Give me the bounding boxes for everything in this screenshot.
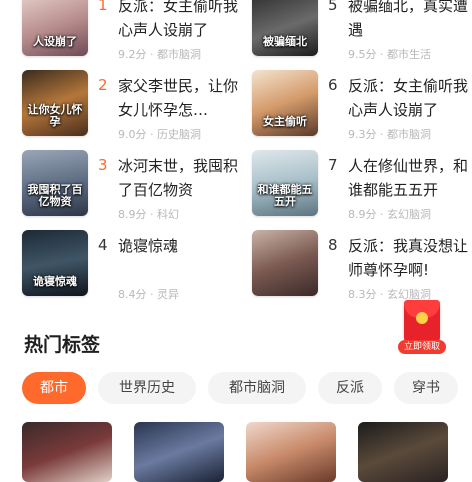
book-meta: 9.3分 · 都市脑洞 xyxy=(348,128,431,141)
book-cover[interactable] xyxy=(246,422,336,482)
book-title[interactable]: 冰河末世，我囤积了百亿物资 xyxy=(118,154,250,202)
red-packet-label: 立即领取 xyxy=(398,340,446,354)
rank-number: 6 xyxy=(328,76,338,94)
coin-icon xyxy=(416,312,428,324)
book-cover[interactable] xyxy=(358,422,448,482)
cover-title: 诡寝惊魂 xyxy=(33,275,77,288)
book-title[interactable]: 反派：我真没想让师尊怀孕啊! xyxy=(348,234,472,282)
book-meta: 8.4分 · 灵异 xyxy=(118,288,179,301)
book-title[interactable]: 被骗缅北，真实遭遇 xyxy=(348,0,472,42)
book-title[interactable]: 反派：女主偷听我心声人设崩了 xyxy=(348,74,472,122)
tag-chip[interactable]: 世界历史 xyxy=(98,372,196,404)
book-item[interactable]: 8 反派：我真没想让师尊怀孕啊! 8.3分 · 玄幻脑洞 xyxy=(252,230,472,302)
book-item[interactable]: 我囤积了百亿物资 3 冰河末世，我囤积了百亿物资 8.9分 · 科幻 xyxy=(22,150,252,222)
book-item[interactable]: 和谁都能五五开 7 人在修仙世界，和谁都能五五开 8.9分 · 玄幻脑洞 xyxy=(252,150,472,222)
rank-number: 2 xyxy=(98,76,108,94)
red-packet-button[interactable]: 立即领取 xyxy=(398,300,446,354)
rank-number: 7 xyxy=(328,156,338,174)
book-title[interactable]: 反派：女主偷听我心声人设崩了 xyxy=(118,0,250,42)
rank-number: 1 xyxy=(98,0,108,14)
tag-chip[interactable]: 反派 xyxy=(318,372,382,404)
book-cover[interactable]: 我囤积了百亿物资 xyxy=(22,150,88,216)
cover-title: 女主偷听 xyxy=(263,115,307,128)
tag-bar: 都市 世界历史 都市脑洞 反派 穿书 xyxy=(22,372,472,406)
book-meta: 8.9分 · 玄幻脑洞 xyxy=(348,208,431,221)
book-cover[interactable] xyxy=(134,422,224,482)
cover-title: 和谁都能五五开 xyxy=(257,183,313,208)
cover-title: 让你女儿怀孕 xyxy=(27,103,83,128)
rank-number: 4 xyxy=(98,236,108,254)
cover-title: 被骗缅北 xyxy=(263,35,307,48)
book-item[interactable]: 被骗缅北 5 被骗缅北，真实遭遇 9.5分 · 都市生活 xyxy=(252,0,472,62)
tag-chip[interactable]: 都市 xyxy=(22,372,86,404)
book-cover[interactable]: 被骗缅北 xyxy=(252,0,318,56)
rank-number: 3 xyxy=(98,156,108,174)
book-item[interactable]: 人设崩了 1 反派：女主偷听我心声人设崩了 9.2分 · 都市脑洞 xyxy=(22,0,252,62)
book-cover[interactable]: 诡寝惊魂 xyxy=(22,230,88,296)
book-title[interactable]: 诡寝惊魂 xyxy=(118,234,250,258)
book-cover[interactable]: 女主偷听 xyxy=(252,70,318,136)
rank-number: 8 xyxy=(328,236,338,254)
book-title[interactable]: 人在修仙世界，和谁都能五五开 xyxy=(348,154,472,202)
cover-title: 人设崩了 xyxy=(33,35,77,48)
book-item[interactable]: 让你女儿怀孕 2 家父李世民，让你女儿怀孕怎… 9.0分 · 历史脑洞 xyxy=(22,70,252,142)
book-cover[interactable]: 让你女儿怀孕 xyxy=(22,70,88,136)
book-item[interactable]: 女主偷听 6 反派：女主偷听我心声人设崩了 9.3分 · 都市脑洞 xyxy=(252,70,472,142)
book-meta: 9.0分 · 历史脑洞 xyxy=(118,128,201,141)
book-cover[interactable] xyxy=(252,230,318,296)
book-meta: 8.9分 · 科幻 xyxy=(118,208,179,221)
book-meta: 9.5分 · 都市生活 xyxy=(348,48,431,61)
book-title[interactable]: 家父李世民，让你女儿怀孕怎… xyxy=(118,74,250,122)
book-item[interactable]: 诡寝惊魂 4 诡寝惊魂 8.4分 · 灵异 xyxy=(22,230,252,302)
tag-chip[interactable]: 穿书 xyxy=(394,372,458,404)
recommend-row xyxy=(22,422,472,482)
book-cover[interactable]: 人设崩了 xyxy=(22,0,88,56)
book-cover[interactable]: 和谁都能五五开 xyxy=(252,150,318,216)
rank-number: 5 xyxy=(328,0,338,14)
ranking-list: 人设崩了 1 反派：女主偷听我心声人设崩了 9.2分 · 都市脑洞 让你女儿怀孕… xyxy=(0,0,472,310)
book-meta: 9.2分 · 都市脑洞 xyxy=(118,48,201,61)
cover-title: 我囤积了百亿物资 xyxy=(27,183,83,208)
section-title: 热门标签 xyxy=(24,334,101,356)
book-cover[interactable] xyxy=(22,422,112,482)
tag-chip[interactable]: 都市脑洞 xyxy=(208,372,306,404)
